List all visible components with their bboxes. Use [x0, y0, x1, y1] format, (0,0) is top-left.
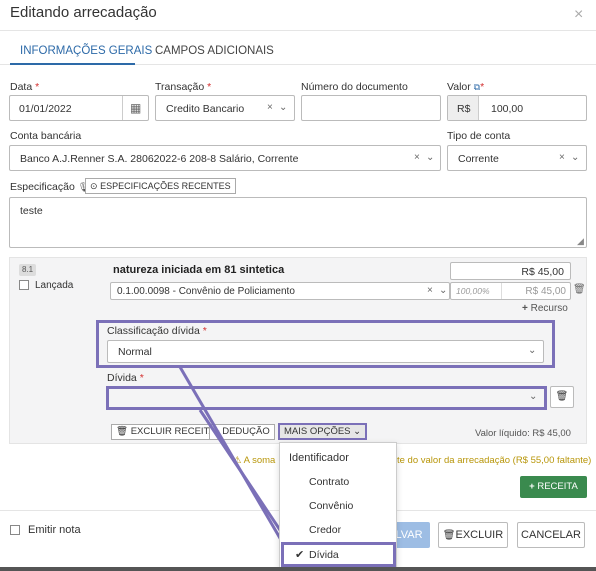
- dropdown-option-convenio[interactable]: Convênio: [309, 500, 353, 512]
- dropdown-header: Identificador: [289, 452, 349, 464]
- check-icon: ✔: [295, 549, 305, 561]
- dropdown-option-divida[interactable]: ✔ Dívida: [281, 542, 396, 567]
- dropdown-option-credor[interactable]: Credor: [309, 524, 341, 536]
- bottom-bar: [0, 567, 596, 571]
- dropdown-option-contrato[interactable]: Contrato: [309, 476, 349, 488]
